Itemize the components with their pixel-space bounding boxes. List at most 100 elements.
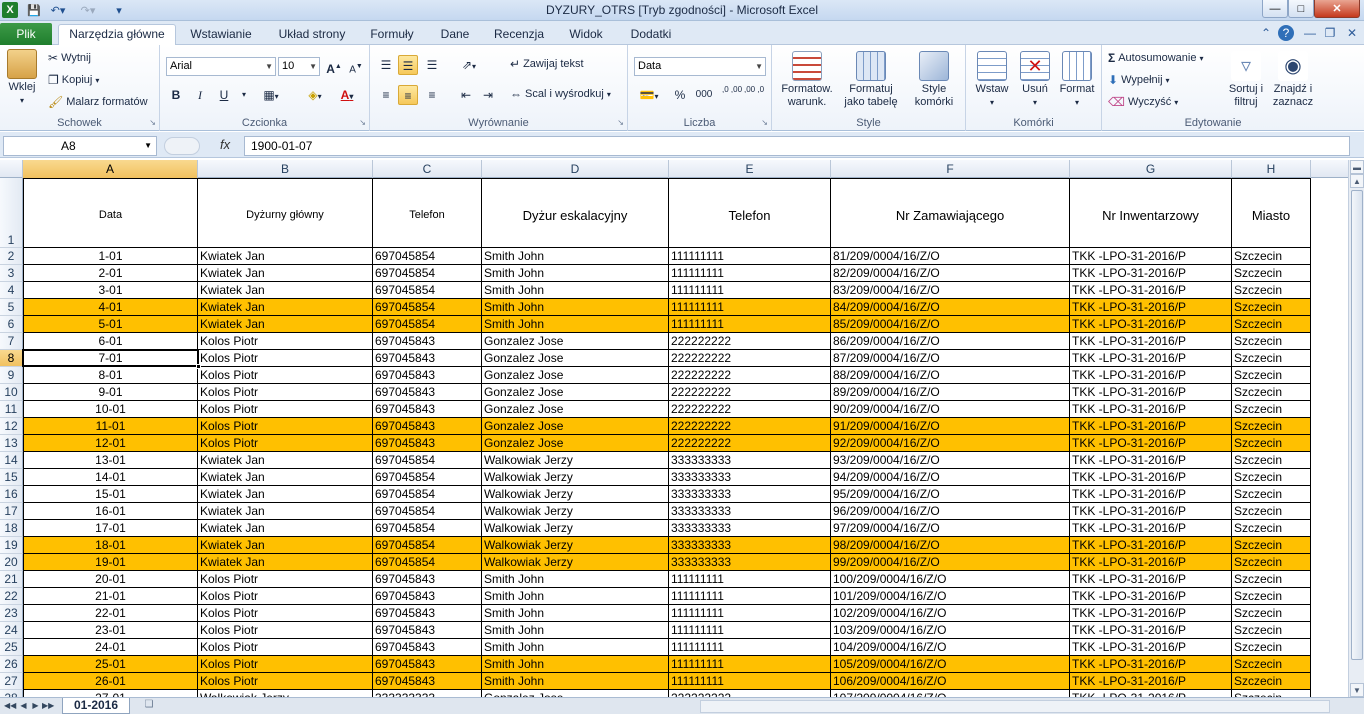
column-title-cell[interactable]: Miasto xyxy=(1232,178,1311,248)
cell-d[interactable]: Gonzalez Jose xyxy=(482,435,669,452)
cell-g[interactable]: TKK -LPO-31-2016/P xyxy=(1070,673,1232,690)
cell-c[interactable]: 697045843 xyxy=(373,605,482,622)
cell-f[interactable]: 98/209/0004/16/Z/O xyxy=(831,537,1070,554)
row-header[interactable]: 2 xyxy=(0,248,23,265)
cell-g[interactable]: TKK -LPO-31-2016/P xyxy=(1070,384,1232,401)
cell-h[interactable]: Szczecin xyxy=(1232,571,1311,588)
row-header[interactable]: 27 xyxy=(0,673,23,690)
cell-b[interactable]: Kolos Piotr xyxy=(198,605,373,622)
maximize-button[interactable]: □ xyxy=(1288,0,1314,18)
cell-c[interactable]: 697045843 xyxy=(373,333,482,350)
cut-button[interactable]: ✂ Wytnij xyxy=(48,51,91,65)
cell-g[interactable]: TKK -LPO-31-2016/P xyxy=(1070,282,1232,299)
cell-a[interactable]: 7-01 xyxy=(23,350,198,367)
cell-e[interactable]: 222222222 xyxy=(669,435,831,452)
cell-e[interactable]: 333333333 xyxy=(669,520,831,537)
cell-a[interactable]: 8-01 xyxy=(23,367,198,384)
cell-g[interactable]: TKK -LPO-31-2016/P xyxy=(1070,435,1232,452)
column-header-f[interactable]: F xyxy=(831,160,1070,178)
fill-color-icon[interactable]: ◈▾ xyxy=(300,85,330,105)
increase-decimal-button[interactable]: ,0 ,00 xyxy=(722,85,742,105)
last-sheet-icon[interactable]: ▶▶ xyxy=(42,700,54,712)
cell-b[interactable]: Kwiatek Jan xyxy=(198,316,373,333)
cell-g[interactable]: TKK -LPO-31-2016/P xyxy=(1070,401,1232,418)
cell-f[interactable]: 103/209/0004/16/Z/O xyxy=(831,622,1070,639)
number-format-select[interactable]: Data ▼ xyxy=(634,57,766,76)
horizontal-scrollbar[interactable] xyxy=(700,700,1330,713)
name-box-dropdown-icon[interactable]: ▼ xyxy=(144,137,152,155)
cell-c[interactable]: 697045843 xyxy=(373,571,482,588)
column-header-a[interactable]: A xyxy=(23,160,198,178)
borders-icon[interactable]: ▦▾ xyxy=(256,85,286,105)
row-header[interactable]: 11 xyxy=(0,401,23,418)
row-header[interactable]: 24 xyxy=(0,622,23,639)
underline-dropdown-icon[interactable]: ▾ xyxy=(234,85,254,105)
cell-h[interactable]: Szczecin xyxy=(1232,299,1311,316)
cell-e[interactable]: 222222222 xyxy=(669,333,831,350)
cell-e[interactable]: 333333333 xyxy=(669,554,831,571)
cell-b[interactable]: Kwiatek Jan xyxy=(198,537,373,554)
cell-h[interactable]: Szczecin xyxy=(1232,469,1311,486)
cell-h[interactable]: Szczecin xyxy=(1232,367,1311,384)
new-sheet-icon[interactable]: ❏ xyxy=(138,699,160,713)
cell-g[interactable]: TKK -LPO-31-2016/P xyxy=(1070,265,1232,282)
cell-d[interactable]: Smith John xyxy=(482,299,669,316)
cell-c[interactable]: 697045843 xyxy=(373,639,482,656)
conditional-format-button[interactable]: Formatow. warunk. xyxy=(776,51,838,109)
cell-b[interactable]: Walkowiak Jerzy xyxy=(198,690,373,697)
cell-f[interactable]: 89/209/0004/16/Z/O xyxy=(831,384,1070,401)
cell-g[interactable]: TKK -LPO-31-2016/P xyxy=(1070,469,1232,486)
cell-e[interactable]: 111111111 xyxy=(669,248,831,265)
cell-c[interactable]: 697045854 xyxy=(373,554,482,571)
cell-g[interactable]: TKK -LPO-31-2016/P xyxy=(1070,639,1232,656)
cell-h[interactable]: Szczecin xyxy=(1232,588,1311,605)
column-header-g[interactable]: G xyxy=(1070,160,1232,178)
cell-d[interactable]: Walkowiak Jerzy xyxy=(482,503,669,520)
cell-e[interactable]: 111111111 xyxy=(669,571,831,588)
close-button[interactable]: ✕ xyxy=(1314,0,1360,18)
cell-b[interactable]: Kolos Piotr xyxy=(198,656,373,673)
cell-c[interactable]: 697045843 xyxy=(373,435,482,452)
cell-f[interactable]: 107/209/0004/16/Z/O xyxy=(831,690,1070,697)
row-header[interactable]: 23 xyxy=(0,605,23,622)
cell-g[interactable]: TKK -LPO-31-2016/P xyxy=(1070,418,1232,435)
cell-f[interactable]: 94/209/0004/16/Z/O xyxy=(831,469,1070,486)
tab-addins[interactable]: Dodatki xyxy=(622,25,680,45)
row-header[interactable]: 25 xyxy=(0,639,23,656)
find-select-button[interactable]: ◉ Znajdź i zaznacz xyxy=(1268,51,1318,109)
cell-e[interactable]: 111111111 xyxy=(669,622,831,639)
cell-a[interactable]: 19-01 xyxy=(23,554,198,571)
cell-h[interactable]: Szczecin xyxy=(1232,554,1311,571)
cell-h[interactable]: Szczecin xyxy=(1232,656,1311,673)
align-center-icon[interactable]: ≡ xyxy=(398,85,418,105)
tab-insert[interactable]: Wstawianie xyxy=(180,25,262,45)
row-header[interactable]: 22 xyxy=(0,588,23,605)
cell-c[interactable]: 697045854 xyxy=(373,316,482,333)
row-header[interactable]: 1 xyxy=(0,178,23,248)
font-name-select[interactable]: Arial ▼ xyxy=(166,57,276,76)
cell-e[interactable]: 333333333 xyxy=(669,537,831,554)
column-title-cell[interactable]: Nr Zamawiającego xyxy=(831,178,1070,248)
cell-g[interactable]: TKK -LPO-31-2016/P xyxy=(1070,537,1232,554)
cell-f[interactable]: 106/209/0004/16/Z/O xyxy=(831,673,1070,690)
column-header-e[interactable]: E xyxy=(669,160,831,178)
tab-file[interactable]: Plik xyxy=(0,23,52,45)
row-header[interactable]: 26 xyxy=(0,656,23,673)
cell-d[interactable]: Gonzalez Jose xyxy=(482,690,669,697)
cell-b[interactable]: Kolos Piotr xyxy=(198,571,373,588)
cell-b[interactable]: Kolos Piotr xyxy=(198,367,373,384)
cell-a[interactable]: 21-01 xyxy=(23,588,198,605)
scroll-down-icon[interactable]: ▼ xyxy=(1350,683,1364,697)
dialog-launcher-icon[interactable]: ↘ xyxy=(149,118,156,127)
cell-c[interactable]: 697045843 xyxy=(373,418,482,435)
cell-b[interactable]: Kwiatek Jan xyxy=(198,554,373,571)
cell-f[interactable]: 95/209/0004/16/Z/O xyxy=(831,486,1070,503)
font-size-select[interactable]: 10 ▼ xyxy=(278,57,320,76)
cell-a[interactable]: 25-01 xyxy=(23,656,198,673)
cell-f[interactable]: 85/209/0004/16/Z/O xyxy=(831,316,1070,333)
cell-c[interactable]: 333333333 xyxy=(373,690,482,697)
cell-b[interactable]: Kwiatek Jan xyxy=(198,486,373,503)
wrap-text-button[interactable]: ↵ Zawijaj tekst xyxy=(510,57,584,71)
cell-g[interactable]: TKK -LPO-31-2016/P xyxy=(1070,622,1232,639)
cell-e[interactable]: 111111111 xyxy=(669,316,831,333)
